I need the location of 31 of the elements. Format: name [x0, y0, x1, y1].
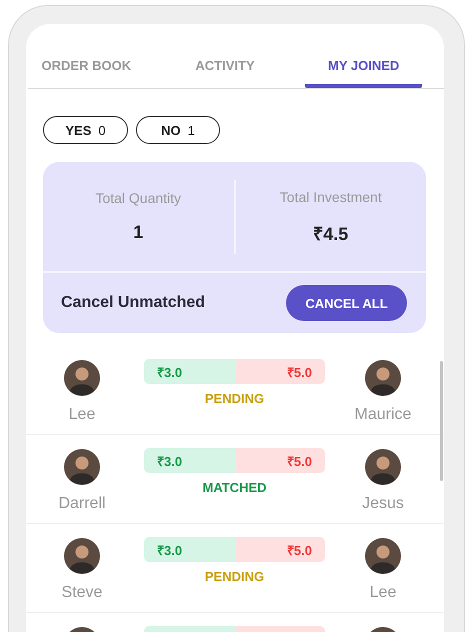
no-price: ₹5.0 — [234, 448, 325, 473]
filter-chip[interactable]: NO 1 — [136, 116, 220, 144]
tab[interactable]: MY JOINED — [305, 24, 422, 88]
user-name: Darrell — [58, 495, 106, 513]
cancel-unmatched-label: Cancel Unmatched — [61, 294, 206, 312]
no-price: ₹5.0 — [234, 359, 325, 384]
status-label: PENDING — [204, 569, 264, 584]
avatar-icon — [365, 449, 401, 485]
avatar-icon — [64, 538, 100, 574]
stat-value: ₹4.5 — [313, 222, 348, 244]
avatar-icon — [365, 360, 401, 396]
no-price: ₹5.0 — [234, 537, 325, 562]
user-name: Jesus — [362, 495, 404, 513]
avatar-icon — [64, 449, 100, 485]
avatar-icon — [64, 360, 100, 396]
stat-label: Total Investment — [280, 188, 382, 204]
filter-chip[interactable]: YES 0 — [43, 116, 128, 144]
yes-price: ₹3.0 — [144, 448, 234, 473]
yes-price: ₹3.0 — [144, 359, 234, 384]
yes-price: ₹3.0 — [144, 537, 234, 562]
user-name: Maurice — [354, 406, 412, 424]
user-name: Lee — [370, 584, 396, 602]
user-name: Steve — [62, 584, 102, 602]
status-label: PENDING — [204, 391, 264, 406]
stat-value: 1 — [133, 222, 144, 243]
cancel-all-button[interactable]: CANCEL ALL — [286, 285, 407, 321]
stat-label: Total Quantity — [95, 190, 182, 206]
avatar-icon — [365, 538, 401, 574]
user-name: Lee — [68, 406, 96, 424]
status-label: MATCHED — [202, 480, 267, 495]
scrollbar[interactable] — [440, 361, 443, 481]
